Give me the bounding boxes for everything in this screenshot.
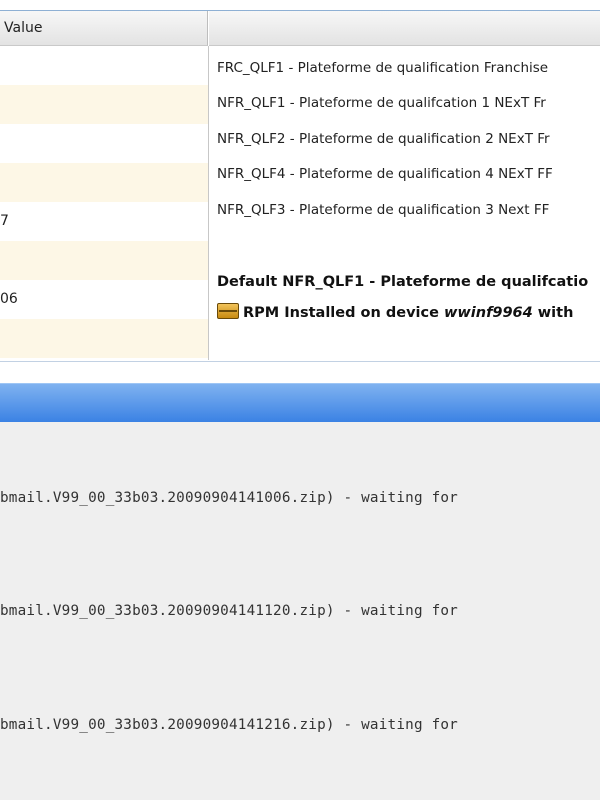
- value-column: 7 06: [0, 46, 209, 360]
- platform-description: NFR_QLF1 - Plateforme de qualifcation 1 …: [217, 95, 546, 111]
- column-header-description[interactable]: [209, 11, 600, 46]
- log-panel-title-bar[interactable]: [0, 383, 600, 423]
- value-cell: [0, 163, 208, 202]
- log-line: bmail.V99_00_33b03.20090904141120.zip) -…: [0, 603, 458, 619]
- value-cell: [0, 124, 208, 163]
- package-icon: [217, 303, 239, 319]
- value-cell: 06: [0, 291, 18, 307]
- log-line: bmail.V99_00_33b03.20090904141216.zip) -…: [0, 717, 458, 733]
- rpm-status-line: RPM Installed on device wwinf9964 with: [217, 303, 573, 321]
- value-cell: [0, 241, 208, 280]
- rpm-status-suffix: with: [532, 305, 574, 321]
- column-header-value[interactable]: Value: [0, 11, 208, 46]
- results-table: Value 7 06 FRC_QLF1 - Plateforme de qual…: [0, 10, 600, 362]
- rpm-status-prefix: RPM Installed on device: [243, 305, 444, 321]
- log-panel: bmail.V99_00_33b03.20090904141006.zip) -…: [0, 422, 600, 800]
- value-cell: [0, 319, 208, 358]
- description-column: FRC_QLF1 - Plateforme de qualification F…: [209, 46, 600, 360]
- default-platform-line: Default NFR_QLF1 - Plateforme de qualifc…: [217, 274, 589, 290]
- value-cell: 7: [0, 213, 9, 229]
- value-cell: [0, 85, 208, 124]
- platform-description: NFR_QLF3 - Plateforme de qualification 3…: [217, 202, 550, 218]
- device-name[interactable]: wwinf9964: [444, 305, 533, 321]
- platform-description: NFR_QLF4 - Plateforme de qualification 4…: [217, 166, 553, 182]
- value-cell: [0, 46, 208, 85]
- platform-description: FRC_QLF1 - Plateforme de qualification F…: [217, 60, 549, 76]
- log-line: bmail.V99_00_33b03.20090904141006.zip) -…: [0, 490, 458, 506]
- platform-description: NFR_QLF2 - Plateforme de qualification 2…: [217, 131, 550, 147]
